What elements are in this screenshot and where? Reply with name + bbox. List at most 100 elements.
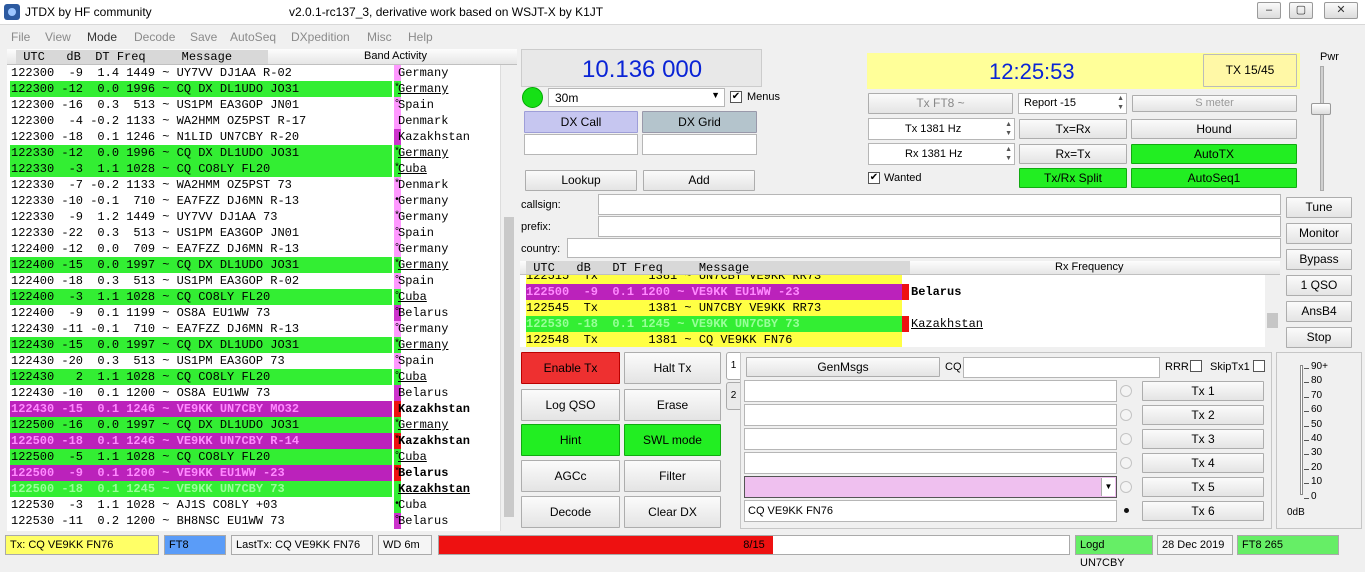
band-activity-row[interactable]: 122530 -11 0.2 1200 ~ BH8NSC EU1WW 73 ° Be… bbox=[7, 513, 507, 529]
dx-call-button[interactable]: DX Call bbox=[524, 111, 638, 133]
menu-mode[interactable]: Mode bbox=[87, 30, 117, 44]
tx1-radio[interactable] bbox=[1120, 385, 1132, 397]
rx-frequency-list[interactable]: 122515 Tx 1381 ~ UN7CBY VE9KK RR73 122500… bbox=[520, 275, 1265, 347]
rrr-checkbox[interactable] bbox=[1190, 360, 1202, 372]
tx3-message[interactable] bbox=[744, 428, 1117, 450]
bypass-button[interactable]: Bypass bbox=[1286, 249, 1352, 270]
agcc-button[interactable]: AGCc bbox=[521, 460, 620, 492]
rx-row[interactable]: 122515 Tx 1381 ~ UN7CBY VE9KK RR73 bbox=[526, 275, 902, 284]
tx-status-button[interactable]: TX 15/45 bbox=[1203, 54, 1297, 87]
tx6-radio[interactable] bbox=[1124, 508, 1129, 513]
band-activity-row[interactable]: 122330 -3 1.1 1028 ~ CQ CO8LY FL20 * Cuba bbox=[7, 161, 507, 177]
skiptx1-checkbox[interactable] bbox=[1253, 360, 1265, 372]
band-activity-row[interactable]: 122430 -15 0.0 1997 ~ CQ DX DL1UDO JO31 *… bbox=[7, 337, 507, 353]
menu-file[interactable]: File bbox=[11, 30, 30, 44]
tx1-message[interactable] bbox=[744, 380, 1117, 402]
wanted-checkbox[interactable]: ✔ bbox=[868, 172, 880, 184]
band-activity-row[interactable]: 122430 -15 0.1 1246 ~ VE9KK UN7CBY MO32 K… bbox=[7, 401, 507, 417]
tx4-radio[interactable] bbox=[1120, 457, 1132, 469]
hound-button[interactable]: Hound bbox=[1131, 119, 1297, 139]
band-activity-row[interactable]: 122330 -22 0.3 513 ~ US1PM EA3GOP JN01 ° S… bbox=[7, 225, 507, 241]
band-activity-row[interactable]: 122300 -12 0.0 1996 ~ CQ DX DL1UDO JO31 *… bbox=[7, 81, 507, 97]
tx5-button[interactable]: Tx 5 bbox=[1142, 477, 1264, 497]
tx-frequency-spinbox[interactable]: Tx 1381 Hz ▲ ▼ bbox=[868, 118, 1015, 140]
log-qso-button[interactable]: Log QSO bbox=[521, 389, 620, 421]
tx2-message[interactable] bbox=[744, 404, 1117, 426]
tx-rx-split-button[interactable]: Tx/Rx Split bbox=[1019, 168, 1127, 188]
callsign-field[interactable] bbox=[598, 194, 1281, 215]
stop-button[interactable]: Stop bbox=[1286, 327, 1352, 348]
band-activity-row[interactable]: 122500 -18 0.1 1245 ~ VE9KK UN7CBY 73 Kaz… bbox=[7, 481, 507, 497]
band-activity-row[interactable]: 122330 -10 -0.1 710 ~ EA7FZZ DJ6MN R-13 •… bbox=[7, 193, 507, 209]
band-activity-row[interactable]: 122400 -18 0.3 513 ~ US1PM EA3GOP R-02 ° S… bbox=[7, 273, 507, 289]
tx4-message[interactable] bbox=[744, 452, 1117, 474]
band-activity-row[interactable]: 122500 -5 1.1 1028 ~ CQ CO8LY FL20 ° Cuba bbox=[7, 449, 507, 465]
band-activity-row[interactable]: 122500 -9 0.1 1200 ~ VE9KK EU1WW -23 * Bel… bbox=[7, 465, 507, 481]
minimize-button[interactable]: – bbox=[1257, 2, 1281, 19]
rx-row[interactable]: 122500 -9 0.1 1200 ~ VE9KK EU1WW -23 Bela… bbox=[526, 284, 961, 300]
smeter-button[interactable]: S meter bbox=[1132, 95, 1297, 112]
prefix-field[interactable] bbox=[598, 216, 1281, 237]
band-activity-row[interactable]: 122430 -20 0.3 513 ~ US1PM EA3GOP 73 ° Spa… bbox=[7, 353, 507, 369]
autoseq-button[interactable]: AutoSeq1 bbox=[1131, 168, 1297, 188]
band-activity-row[interactable]: 122430 -11 -0.1 710 ~ EA7FZZ DJ6MN R-13 °… bbox=[7, 321, 507, 337]
cq-input[interactable] bbox=[963, 357, 1160, 378]
report-spinbox[interactable]: Report -15 ▲ ▼ bbox=[1018, 93, 1127, 114]
tx1-button[interactable]: Tx 1 bbox=[1142, 381, 1264, 401]
rx-frequency-spinbox[interactable]: Rx 1381 Hz ▲ ▼ bbox=[868, 143, 1015, 165]
band-activity-row[interactable]: 122300 -16 0.3 513 ~ US1PM EA3GOP JN01 ° S… bbox=[7, 97, 507, 113]
one-qso-button[interactable]: 1 QSO bbox=[1286, 275, 1352, 296]
add-button[interactable]: Add bbox=[643, 170, 755, 191]
menu-dxpedition[interactable]: DXpedition bbox=[291, 30, 350, 44]
dx-grid-input[interactable] bbox=[642, 134, 757, 155]
ansb4-button[interactable]: AnsB4 bbox=[1286, 301, 1352, 322]
tx-eq-rx-button[interactable]: Tx=Rx bbox=[1019, 119, 1127, 139]
tx3-radio[interactable] bbox=[1120, 433, 1132, 445]
band-activity-row[interactable]: 122300 -4 -0.2 1133 ~ WA2HMM OZ5PST R-17… bbox=[7, 113, 507, 129]
band-activity-row[interactable]: 122400 -3 1.1 1028 ~ CQ CO8LY FL20 ° Cuba bbox=[7, 289, 507, 305]
country-field[interactable] bbox=[567, 238, 1281, 258]
menu-autoseq[interactable]: AutoSeq bbox=[230, 30, 276, 44]
tx3-button[interactable]: Tx 3 bbox=[1142, 429, 1264, 449]
rx-row[interactable]: 122530 -18 0.1 1245 ~ VE9KK UN7CBY 73 Kaz… bbox=[526, 316, 983, 332]
tx5-radio[interactable] bbox=[1120, 481, 1132, 493]
menu-save[interactable]: Save bbox=[190, 30, 217, 44]
rx-frequency-scrollbar[interactable] bbox=[1265, 275, 1280, 347]
band-activity-row[interactable]: 122400 -9 0.1 1199 ~ OS8A EU1WW 73 ° Belar… bbox=[7, 305, 507, 321]
menu-view[interactable]: View bbox=[45, 30, 71, 44]
menu-help[interactable]: Help bbox=[408, 30, 433, 44]
clear-dx-button[interactable]: Clear DX bbox=[624, 496, 721, 528]
band-activity-row[interactable]: 122330 -7 -0.2 1133 ~ WA2HMM OZ5PST 73 * D… bbox=[7, 177, 507, 193]
band-activity-row[interactable]: 122430 2 1.1 1028 ~ CQ CO8LY FL20 ° Cuba bbox=[7, 369, 507, 385]
power-slider-handle[interactable] bbox=[1311, 103, 1331, 115]
hint-button[interactable]: Hint bbox=[521, 424, 620, 456]
dx-call-input[interactable] bbox=[524, 134, 638, 155]
tab-1[interactable]: 1 bbox=[726, 352, 741, 380]
erase-button[interactable]: Erase bbox=[624, 389, 721, 421]
rx-row[interactable]: 122545 Tx 1381 ~ UN7CBY VE9KK RR73 bbox=[526, 300, 902, 316]
tab-2[interactable]: 2 bbox=[726, 382, 741, 410]
band-activity-row[interactable]: 122430 -10 0.1 1200 ~ OS8A EU1WW 73 Belar… bbox=[7, 385, 507, 401]
rx-row[interactable]: 122548 Tx 1381 ~ CQ VE9KK FN76 bbox=[526, 332, 902, 347]
maximize-button[interactable]: ▢ bbox=[1289, 2, 1313, 19]
band-activity-row[interactable]: 122400 -12 0.0 709 ~ EA7FZZ DJ6MN R-13 ° G… bbox=[7, 241, 507, 257]
band-activity-row[interactable]: 122300 -9 1.4 1449 ~ UY7VV DJ1AA R-02 Ger… bbox=[7, 65, 507, 81]
rx-eq-tx-button[interactable]: Rx=Tx bbox=[1019, 144, 1127, 164]
tx2-button[interactable]: Tx 2 bbox=[1142, 405, 1264, 425]
band-activity-row[interactable]: 122330 -12 0.0 1996 ~ CQ DX DL1UDO JO31 *… bbox=[7, 145, 507, 161]
tx6-message[interactable]: CQ VE9KK FN76 bbox=[744, 500, 1117, 522]
halt-tx-button[interactable]: Halt Tx bbox=[624, 352, 721, 384]
tx4-button[interactable]: Tx 4 bbox=[1142, 453, 1264, 473]
dx-grid-button[interactable]: DX Grid bbox=[642, 111, 757, 133]
band-activity-row[interactable]: 122300 -18 0.1 1246 ~ N1LID UN7CBY R-20 K… bbox=[7, 129, 507, 145]
menu-misc[interactable]: Misc bbox=[367, 30, 392, 44]
enable-tx-button[interactable]: Enable Tx bbox=[521, 352, 620, 384]
monitor-button[interactable]: Monitor bbox=[1286, 223, 1352, 244]
genmsgs-button[interactable]: GenMsgs bbox=[746, 357, 940, 377]
band-activity-row[interactable]: 122530 -3 1.1 1028 ~ AJ1S CO8LY +03 • Cuba bbox=[7, 497, 507, 513]
band-activity-row[interactable]: 122330 -9 1.2 1449 ~ UY7VV DJ1AA 73 * Germ… bbox=[7, 209, 507, 225]
band-activity-row[interactable]: 122400 -15 0.0 1997 ~ CQ DX DL1UDO JO31 *… bbox=[7, 257, 507, 273]
band-activity-scrollbar[interactable] bbox=[500, 65, 516, 531]
filter-button[interactable]: Filter bbox=[624, 460, 721, 492]
tx5-message[interactable]: ▼ bbox=[744, 476, 1117, 498]
